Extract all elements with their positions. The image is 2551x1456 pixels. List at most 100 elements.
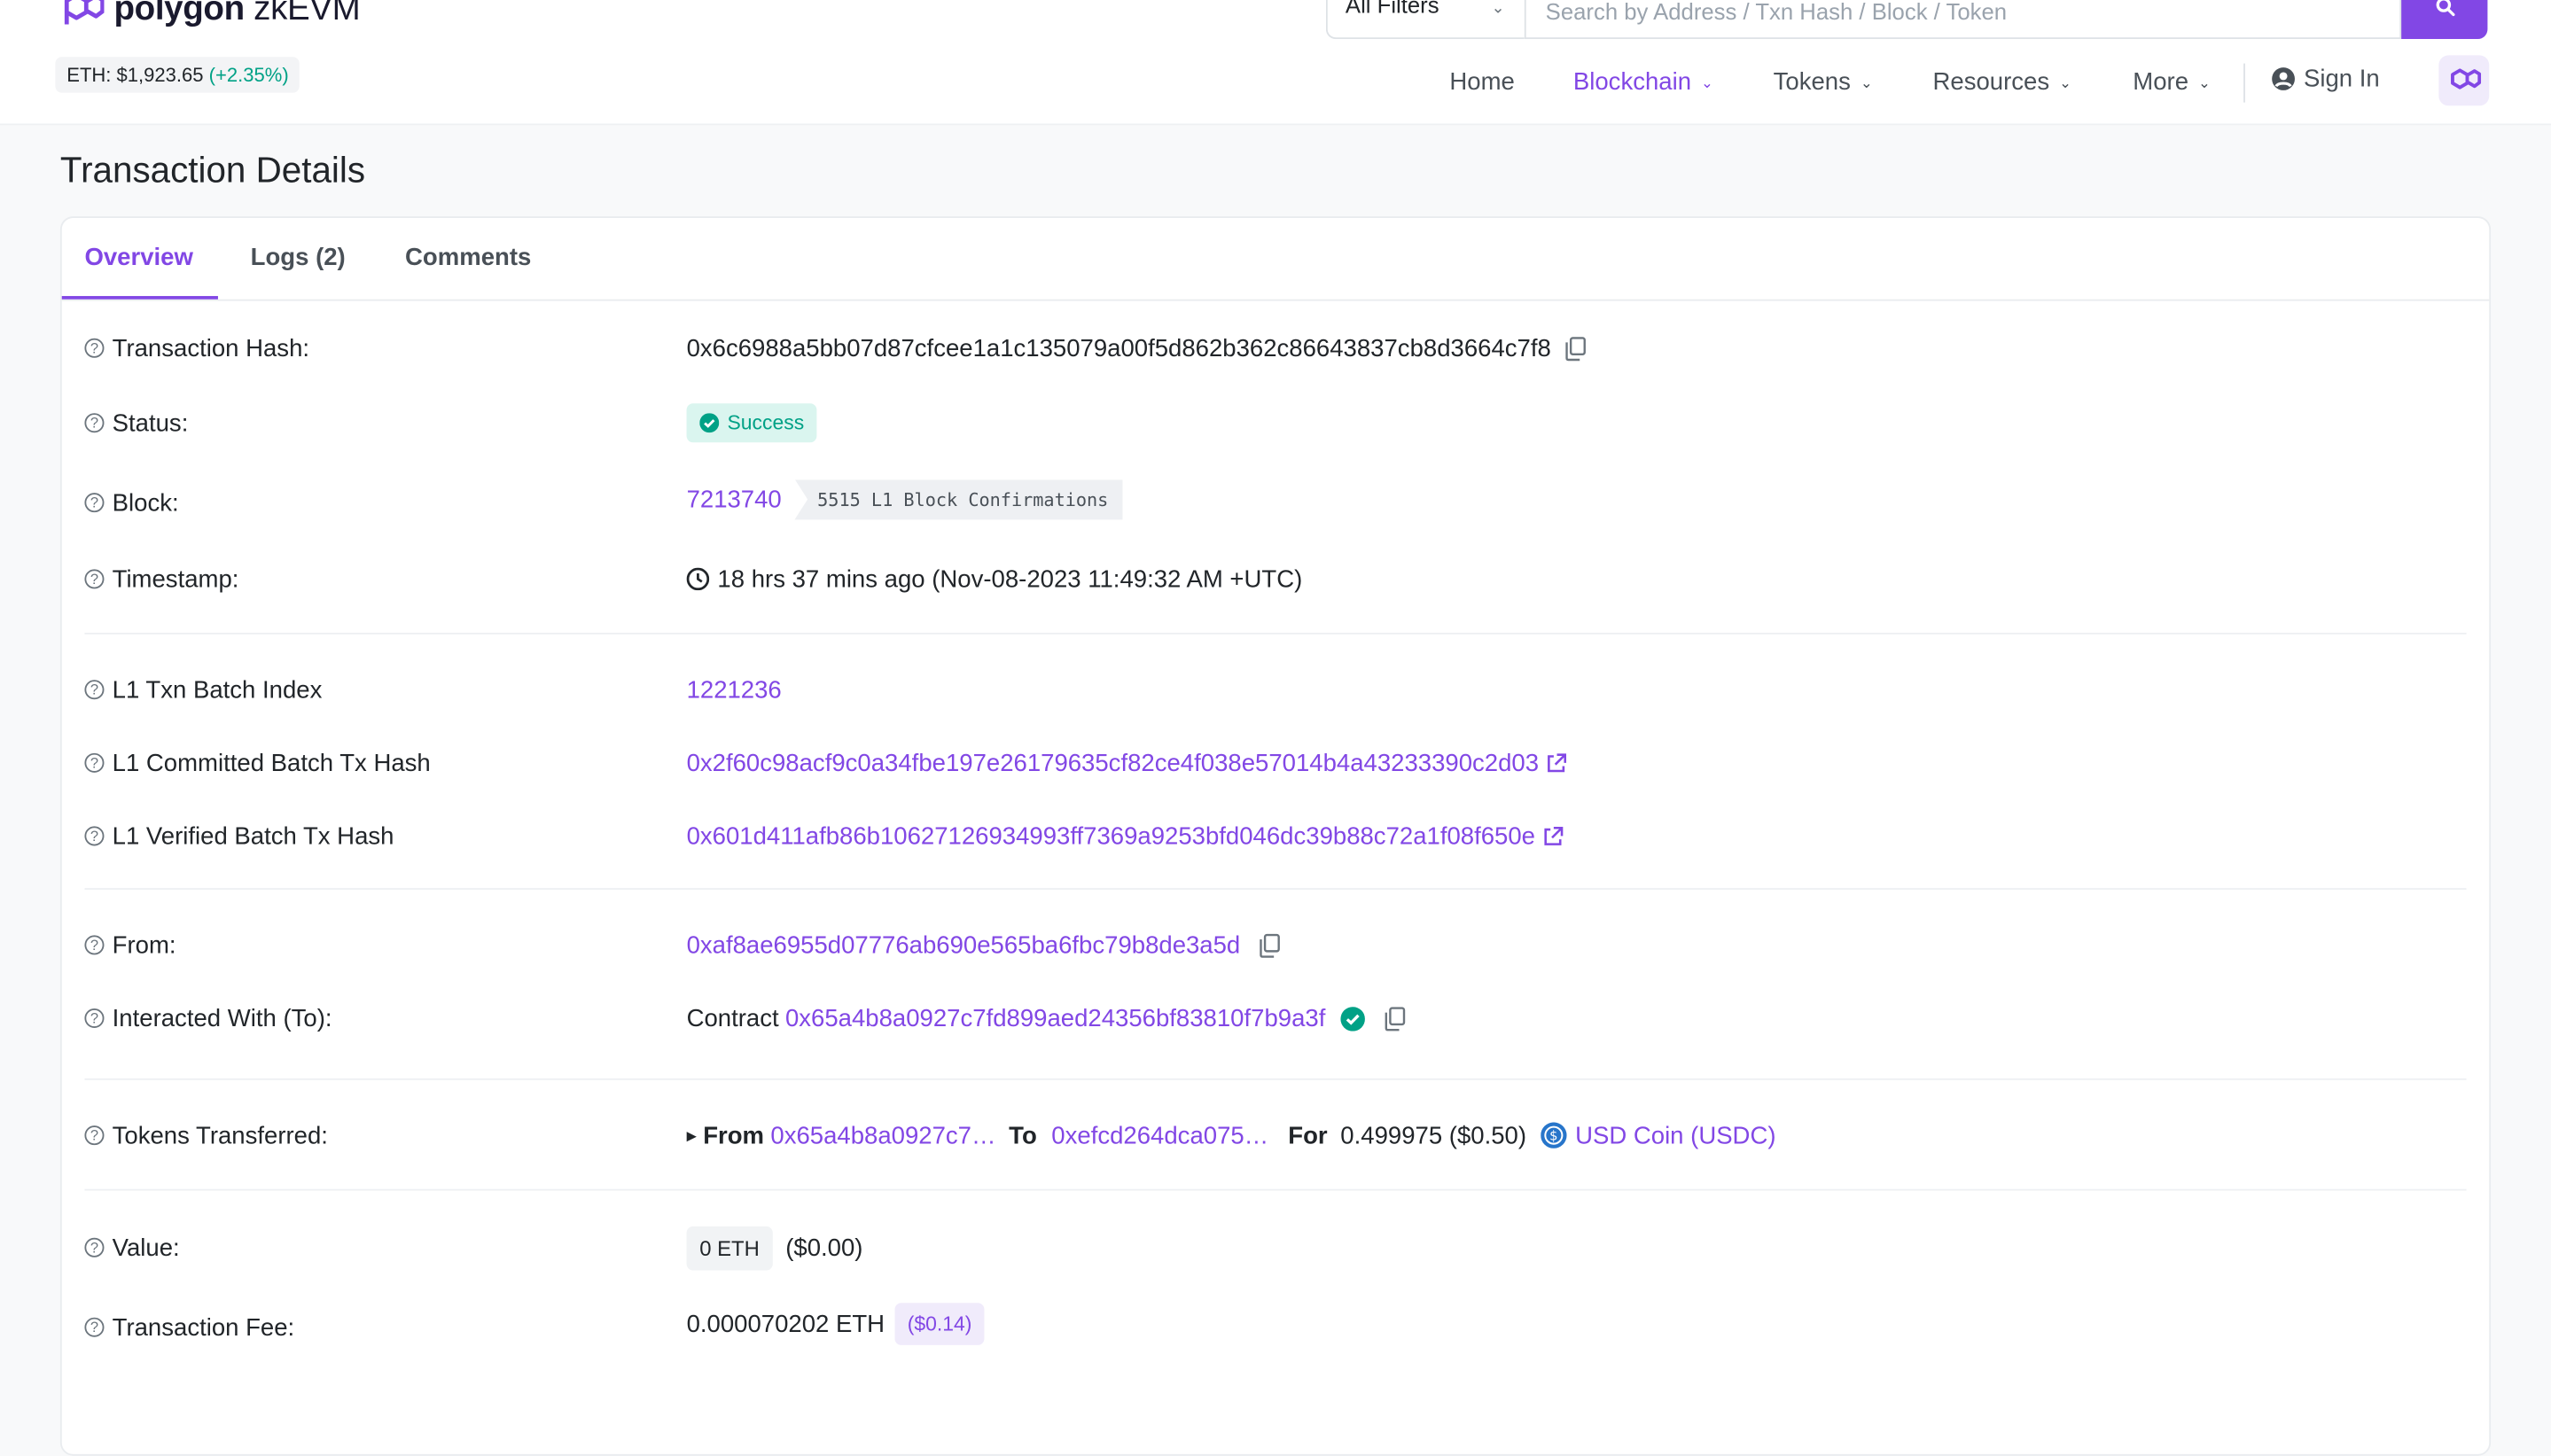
sign-in-link[interactable]: Sign In (2271, 65, 2380, 93)
tab-logs[interactable]: Logs (2) (251, 244, 346, 271)
row-label: Transaction Hash: (112, 334, 310, 362)
row-label: Value: (112, 1234, 180, 1262)
nav-more[interactable]: More ⌄ (2133, 65, 2211, 100)
nav-blockchain[interactable]: Blockchain ⌄ (1573, 65, 1713, 100)
tab-overview[interactable]: Overview (84, 244, 192, 271)
network-logo-button[interactable] (2438, 55, 2490, 106)
chevron-down-icon: ⌄ (2059, 74, 2071, 90)
row-from: ? From: 0xaf8ae6955d07776ab690e565ba6fbc7… (62, 925, 2490, 964)
transaction-hash-value: 0x6c6988a5bb07d87cfcee1a1c135079a00f5d86… (686, 334, 1551, 362)
row-tokens-transferred: ? Tokens Transferred: ▶ From 0x65a4b8a092… (62, 1116, 2490, 1155)
help-icon[interactable]: ? (84, 569, 105, 589)
help-icon[interactable]: ? (84, 338, 105, 358)
chevron-down-icon: ⌄ (2198, 74, 2211, 90)
token-from-label: From (703, 1121, 765, 1149)
help-icon[interactable]: ? (84, 493, 105, 513)
search-filter-select[interactable]: All Filters ⌄ (1325, 0, 1525, 40)
help-icon[interactable]: ? (84, 1008, 105, 1029)
row-label: L1 Txn Batch Index (112, 675, 323, 704)
row-label: Timestamp: (112, 564, 239, 594)
external-link-icon[interactable] (1541, 825, 1563, 846)
polygon-logo-icon (2450, 67, 2481, 89)
usdc-token-link[interactable]: USD Coin (USDC) (1575, 1122, 1775, 1149)
nav-tokens-label: Tokens (1773, 68, 1851, 97)
nav-tokens[interactable]: Tokens ⌄ (1774, 65, 1873, 100)
row-timestamp: ? Timestamp: 18 hrs 37 mins ago (Nov-08-2… (62, 559, 2490, 598)
help-icon[interactable]: ? (84, 826, 105, 846)
check-circle-icon (699, 413, 720, 433)
usdc-token-icon: $ (1541, 1122, 1567, 1148)
help-icon[interactable]: ? (84, 1317, 105, 1337)
status-badge: Success (686, 403, 817, 443)
help-icon[interactable]: ? (84, 680, 105, 700)
search-button[interactable] (2401, 0, 2488, 40)
chevron-down-icon: ⌄ (1860, 74, 1873, 90)
tab-comments[interactable]: Comments (405, 244, 531, 271)
search-input[interactable] (1524, 0, 2402, 40)
row-l1-committed-hash: ? L1 Committed Batch Tx Hash 0x2f60c98acf… (62, 744, 2490, 783)
block-confirmations-badge: 5515 L1 Block Confirmations (794, 479, 1123, 520)
nav-home-label: Home (1449, 68, 1515, 97)
l1-committed-hash-link[interactable]: 0x2f60c98acf9c0a34fbe197e26179635cf82ce4… (687, 749, 1539, 776)
token-amount: 0.499975 ($0.50) (1340, 1121, 1527, 1149)
external-link-icon[interactable] (1545, 752, 1566, 774)
from-address-link[interactable]: 0xaf8ae6955d07776ab690e565ba6fbc79b8de3a… (687, 931, 1241, 959)
verified-check-icon (1339, 1006, 1365, 1031)
svg-text:$: $ (1550, 1129, 1558, 1144)
help-icon[interactable]: ? (84, 752, 105, 773)
help-icon[interactable]: ? (84, 1125, 105, 1146)
row-status: ? Status: Success (62, 403, 2490, 443)
transaction-details-card: Overview Logs (2) Comments ? Transaction … (59, 216, 2492, 1456)
nav-resources[interactable]: Resources ⌄ (1933, 65, 2071, 100)
row-l1-verified-hash: ? L1 Verified Batch Tx Hash 0x601d411afb8… (62, 816, 2490, 855)
token-to-address-link[interactable]: 0xefcd264dca075… (1051, 1122, 1268, 1149)
contract-prefix: Contract (686, 1004, 779, 1032)
nav-home[interactable]: Home (1449, 65, 1514, 100)
polygon-zkevm-logo[interactable]: polygon zkEVM (62, 0, 361, 29)
active-tab-indicator (61, 296, 218, 300)
search-icon (2435, 0, 2454, 17)
row-label: From: (112, 930, 176, 960)
l1-batch-index-link[interactable]: 1221236 (687, 676, 782, 704)
nav-divider (2243, 63, 2245, 103)
chevron-down-icon: ⌄ (1701, 74, 1713, 90)
search-bar: All Filters ⌄ (1325, 0, 2488, 40)
nav-more-label: More (2133, 68, 2189, 97)
token-to-label: To (1009, 1121, 1037, 1149)
token-from-address-link[interactable]: 0x65a4b8a0927c7… (770, 1122, 995, 1149)
row-label: L1 Committed Batch Tx Hash (112, 749, 431, 777)
section-divider (84, 1188, 2467, 1191)
nav-blockchain-label: Blockchain (1572, 68, 1692, 97)
copy-icon[interactable] (1384, 1006, 1405, 1031)
row-value: ? Value: 0 ETH ($0.00) (62, 1226, 2490, 1270)
copy-icon[interactable] (1260, 932, 1281, 958)
help-icon[interactable]: ? (84, 1237, 105, 1257)
value-usd: ($0.00) (785, 1234, 863, 1262)
fee-usd-badge: ($0.14) (894, 1303, 986, 1345)
clock-icon (686, 567, 710, 591)
row-label: Interacted With (To): (112, 1004, 332, 1032)
section-divider (84, 888, 2467, 890)
timestamp-value: 18 hrs 37 mins ago (Nov-08-2023 11:49:32… (717, 564, 1303, 594)
copy-icon[interactable] (1565, 336, 1587, 361)
row-l1-batch-index: ? L1 Txn Batch Index 1221236 (62, 670, 2490, 709)
sign-in-label: Sign In (2304, 65, 2380, 93)
row-label: L1 Verified Batch Tx Hash (112, 821, 394, 851)
help-icon[interactable]: ? (84, 935, 105, 955)
status-text: Success (727, 411, 805, 435)
polygon-logo-icon (64, 0, 105, 25)
logo-brand: polygon (113, 0, 245, 28)
to-address-link[interactable]: 0x65a4b8a0927c7fd899aed24356bf83810f7b9a… (785, 1004, 1325, 1032)
help-icon[interactable]: ? (84, 413, 105, 433)
row-block: ? Block: 7213740 5515 L1 Block Confirmati… (62, 479, 2490, 522)
caret-right-icon[interactable]: ▶ (687, 1128, 697, 1143)
row-label: Tokens Transferred: (112, 1121, 328, 1149)
row-label: Block: (112, 488, 179, 517)
l1-verified-hash-link[interactable]: 0x601d411afb86b10627126934993ff7369a9253… (687, 822, 1535, 850)
nav-resources-label: Resources (1932, 68, 2050, 97)
page-title: Transaction Details (59, 149, 366, 191)
tab-bar: Overview Logs (2) Comments (61, 218, 2490, 301)
row-interacted-with: ? Interacted With (To): Contract 0x65a4b8… (62, 999, 2490, 1038)
block-number-link[interactable]: 7213740 (687, 486, 782, 513)
chevron-down-icon: ⌄ (1491, 0, 1505, 19)
